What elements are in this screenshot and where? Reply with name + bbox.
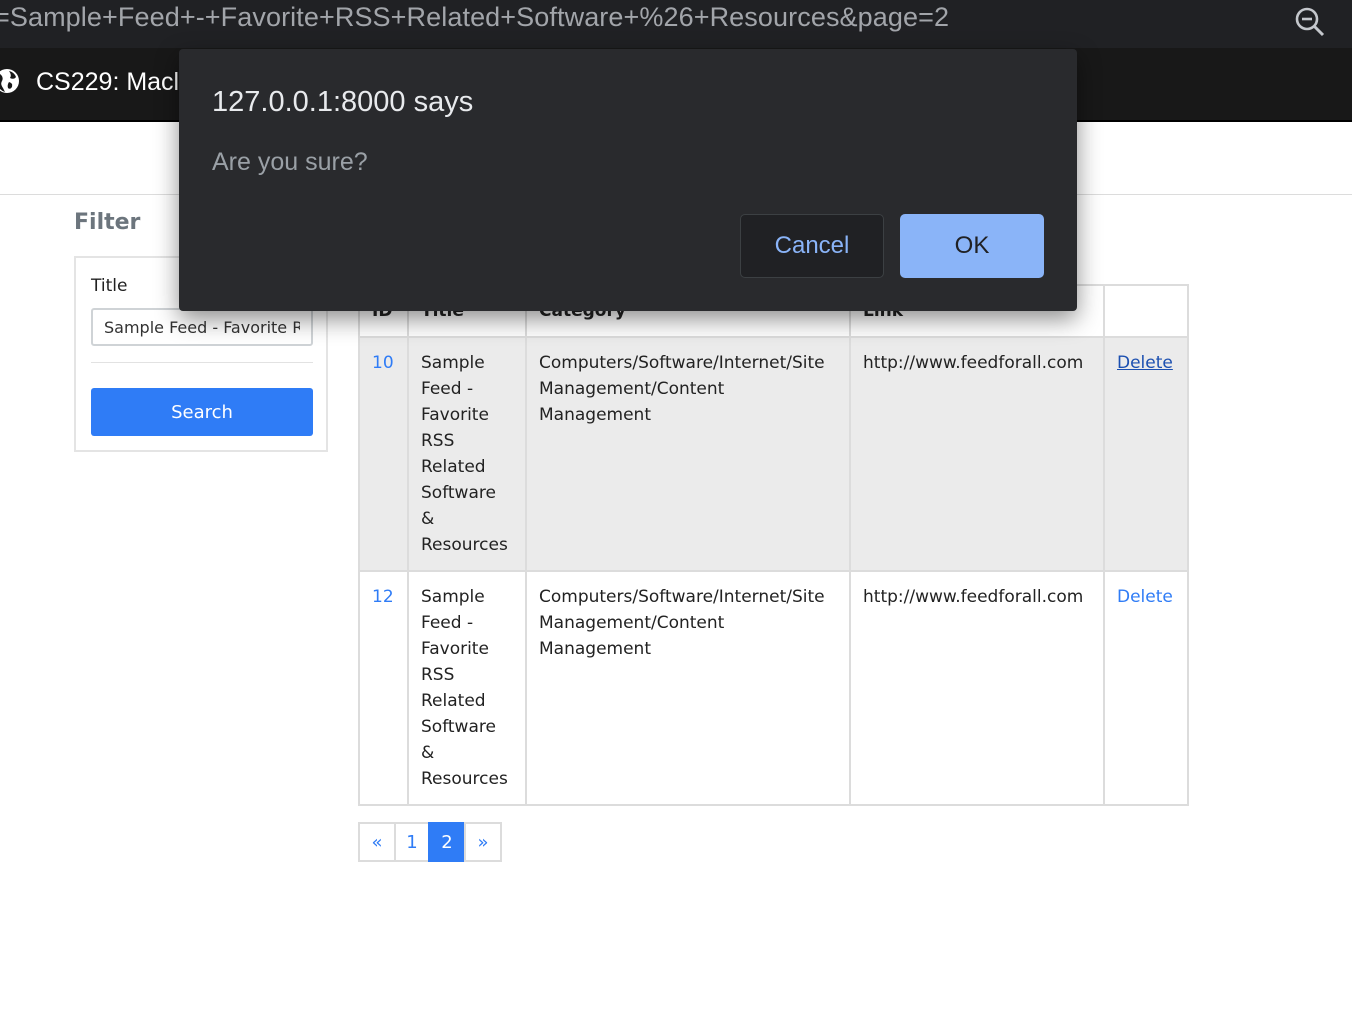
cell-title: Sample Feed - Favorite RSS Related Softw… xyxy=(407,570,527,806)
url-text[interactable]: =Sample+Feed+-+Favorite+RSS+Related+Soft… xyxy=(0,2,949,33)
cancel-button[interactable]: Cancel xyxy=(740,214,884,278)
title-filter-input[interactable] xyxy=(91,308,313,346)
dialog-title: 127.0.0.1:8000 says xyxy=(212,86,474,118)
cell-link: http://www.feedforall.com xyxy=(849,570,1105,806)
pagination-page-2[interactable]: 2 xyxy=(428,822,466,862)
pagination: « 1 2 » xyxy=(358,822,502,862)
id-link[interactable]: 10 xyxy=(372,353,394,373)
cell-action: Delete xyxy=(1103,570,1189,806)
delete-link[interactable]: Delete xyxy=(1117,353,1173,373)
filter-heading: Filter xyxy=(74,210,141,235)
cell-link: http://www.feedforall.com xyxy=(849,336,1105,572)
delete-link[interactable]: Delete xyxy=(1117,587,1173,607)
cell-id: 10 xyxy=(358,336,409,572)
pagination-page-1[interactable]: 1 xyxy=(394,822,430,862)
confirm-dialog: 127.0.0.1:8000 says Are you sure? Cancel… xyxy=(179,49,1077,311)
cell-category: Computers/Software/Internet/Site Managem… xyxy=(525,570,851,806)
title-label: Title xyxy=(91,276,128,296)
cell-id: 12 xyxy=(358,570,409,806)
header-action xyxy=(1103,284,1189,338)
brand-title[interactable]: CS229: Macl xyxy=(36,68,179,97)
ok-button[interactable]: OK xyxy=(900,214,1044,278)
id-link[interactable]: 12 xyxy=(372,587,394,607)
dialog-message: Are you sure? xyxy=(212,148,368,176)
cell-category: Computers/Software/Internet/Site Managem… xyxy=(525,336,851,572)
zoom-out-icon[interactable] xyxy=(1294,6,1326,38)
table-row: 10 Sample Feed - Favorite RSS Related So… xyxy=(358,336,1189,572)
search-button[interactable]: Search xyxy=(91,388,313,436)
table-row: 12 Sample Feed - Favorite RSS Related So… xyxy=(358,570,1189,806)
cell-title: Sample Feed - Favorite RSS Related Softw… xyxy=(407,336,527,572)
globe-icon xyxy=(0,69,19,93)
results-table: ID Title Category Link 10 Sample Feed - … xyxy=(358,284,1189,806)
cell-action: Delete xyxy=(1103,336,1189,572)
pagination-prev[interactable]: « xyxy=(358,822,396,862)
browser-address-bar: =Sample+Feed+-+Favorite+RSS+Related+Soft… xyxy=(0,0,1352,48)
divider xyxy=(91,362,313,363)
pagination-next[interactable]: » xyxy=(464,822,502,862)
